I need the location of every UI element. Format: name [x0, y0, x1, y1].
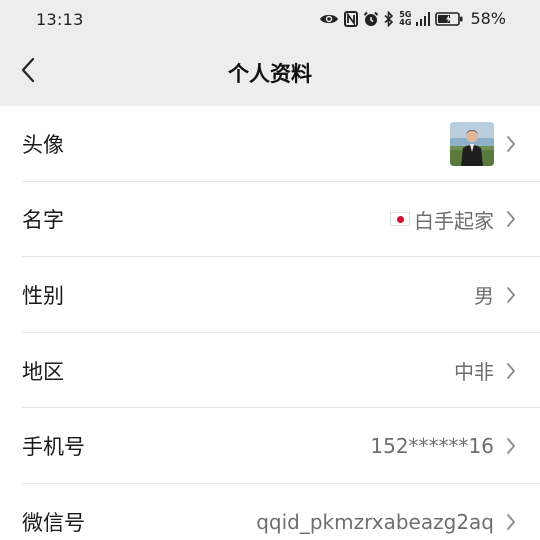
row-wechat-id[interactable]: 微信号 qqid_pkmzrxabeazg2aq: [0, 484, 540, 540]
page-title: 个人资料: [228, 62, 312, 86]
row-label-wechat-id: 微信号: [22, 510, 85, 535]
header: 13:13 5G 4G 58% 个人资料: [0, 0, 540, 106]
chevron-right-icon: [504, 512, 518, 532]
row-region[interactable]: 地区 中非: [0, 333, 540, 409]
row-right-gender: 男: [474, 280, 518, 309]
row-value-wechat-id: qqid_pkmzrxabeazg2aq: [256, 509, 494, 534]
row-right-phone: 152******16: [370, 434, 518, 458]
row-label-region: 地区: [22, 359, 64, 384]
row-label-name: 名字: [22, 208, 64, 233]
row-right-region: 中非: [454, 356, 518, 385]
profile-list: 头像 名字 白手起家 性别 男 地区 中非 手机号 152******16 微信…: [0, 106, 540, 540]
alarm-icon: [363, 11, 379, 27]
status-bar: 13:13 5G 4G 58%: [0, 0, 540, 40]
battery-icon: [435, 11, 463, 26]
row-label-phone: 手机号: [22, 435, 85, 460]
eye-icon: [319, 12, 339, 26]
nfc-icon: [344, 10, 359, 27]
network-type-label: 5G 4G: [399, 9, 412, 27]
row-value-name: 白手起家: [414, 208, 494, 233]
row-right-name: 白手起家: [390, 205, 518, 234]
signal-icon: [416, 11, 431, 26]
status-icons: 5G 4G 58%: [319, 9, 506, 28]
battery-percent: 58%: [470, 9, 506, 28]
nav-bar: 个人资料: [0, 40, 540, 106]
japan-flag-icon: [390, 212, 410, 227]
row-value-region: 中非: [454, 360, 494, 385]
row-value-gender: 男: [474, 284, 494, 309]
row-phone[interactable]: 手机号 152******16: [0, 408, 540, 484]
chevron-right-icon: [504, 209, 518, 229]
row-right-avatar: [450, 121, 518, 166]
row-label-gender: 性别: [22, 283, 64, 308]
row-label-avatar: 头像: [22, 132, 64, 157]
row-gender[interactable]: 性别 男: [0, 257, 540, 333]
bluetooth-icon: [384, 10, 394, 27]
status-time: 13:13: [36, 10, 84, 29]
row-name[interactable]: 名字 白手起家: [0, 182, 540, 258]
avatar: [450, 121, 494, 166]
row-value-phone: 152******16: [370, 434, 494, 459]
chevron-right-icon: [504, 134, 518, 154]
chevron-right-icon: [504, 436, 518, 456]
row-right-wechat-id: qqid_pkmzrxabeazg2aq: [256, 510, 518, 534]
chevron-right-icon: [504, 361, 518, 381]
chevron-right-icon: [504, 285, 518, 305]
row-avatar[interactable]: 头像: [0, 106, 540, 182]
